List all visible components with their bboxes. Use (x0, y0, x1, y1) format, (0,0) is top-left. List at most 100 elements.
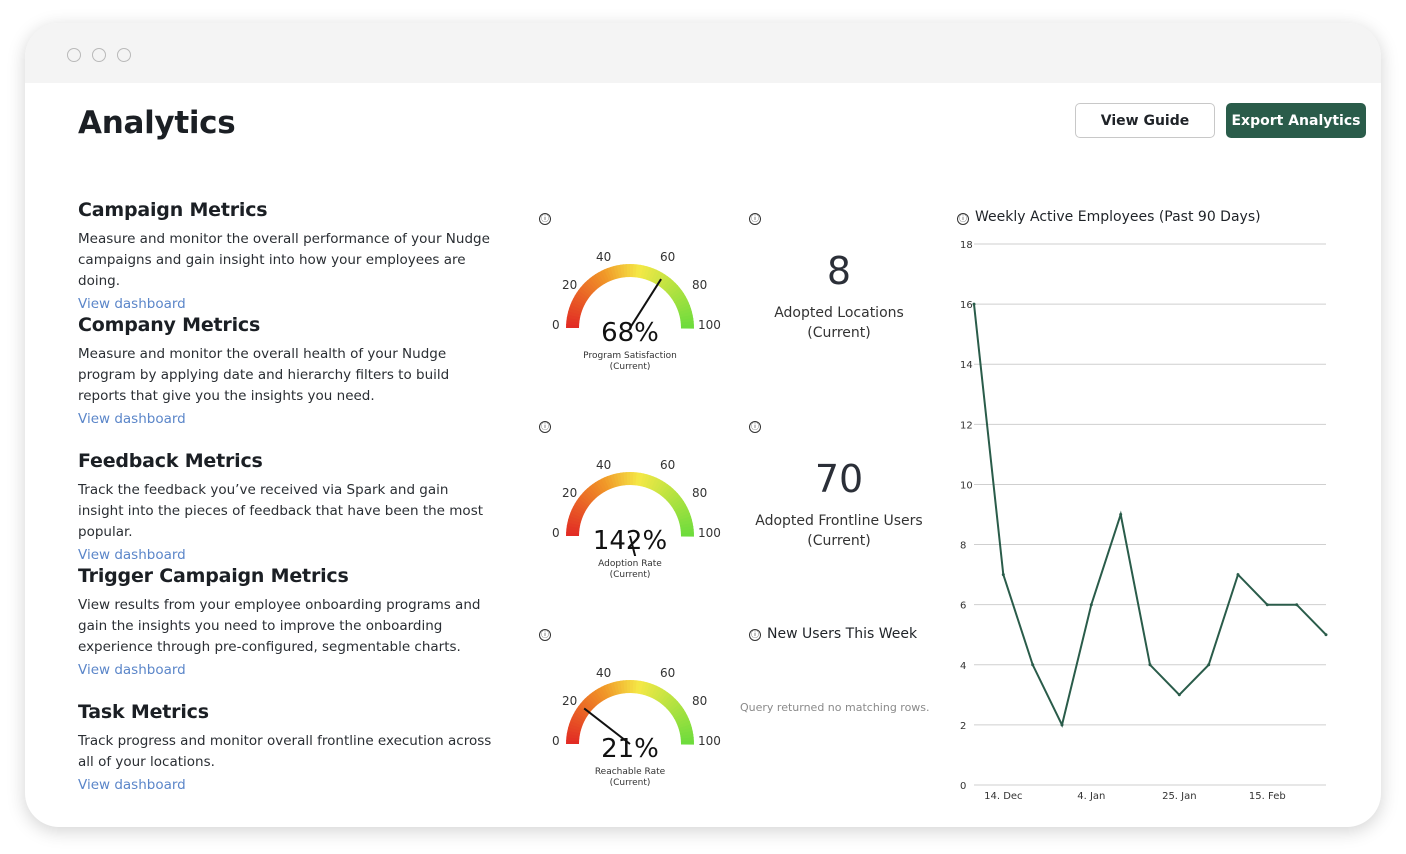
data-point (1001, 573, 1005, 577)
kpi-label-sub: (Current) (807, 325, 871, 341)
section-description: Track progress and monitor overall front… (78, 733, 492, 770)
x-tick-label: 4. Jan (1077, 791, 1105, 802)
gauge-label: Program Satisfaction (Current) (550, 351, 710, 373)
gauge-tick-label: 40 (596, 250, 612, 264)
data-point (1295, 603, 1299, 607)
kpi-label: Adopted Locations (Current) (744, 303, 934, 343)
kpi-label-text: Adopted Locations (774, 305, 904, 321)
info-icon[interactable]: ⓘ (957, 213, 969, 225)
y-tick-label: 18 (960, 240, 973, 251)
data-point (1060, 723, 1064, 727)
x-tick-label: 14. Dec (984, 791, 1022, 802)
y-tick-label: 12 (960, 420, 973, 431)
kpi-adopted-locations: 8 Adopted Locations (Current) (744, 249, 934, 343)
title-bar (25, 23, 1381, 83)
section-description: Measure and monitor the overall performa… (78, 231, 490, 289)
window-close-dot[interactable] (67, 48, 81, 62)
section-description: View results from your employee onboardi… (78, 597, 481, 655)
data-point (972, 302, 976, 306)
gauge-tick-label: 20 (562, 278, 578, 292)
kpi-label: Adopted Frontline Users (Current) (744, 511, 934, 551)
data-point (1236, 573, 1240, 577)
kpi-adopted-frontline-users: 70 Adopted Frontline Users (Current) (744, 457, 934, 551)
gauge-label-sub: (Current) (609, 570, 651, 580)
gauge-label: Reachable Rate (Current) (550, 767, 710, 789)
view-dashboard-link-company[interactable]: View dashboard (78, 411, 498, 427)
data-point (1148, 663, 1152, 667)
gauge-tick-label: 60 (660, 458, 676, 472)
new-users-title: New Users This Week (767, 626, 918, 642)
section-feedback-metrics: Feedback Metrics Track the feedback you’… (78, 450, 498, 563)
view-dashboard-link-trigger[interactable]: View dashboard (78, 662, 498, 678)
info-icon[interactable]: ⓘ (539, 421, 551, 433)
gauge-label-text: Reachable Rate (594, 767, 666, 777)
data-point (1324, 633, 1328, 637)
info-icon[interactable]: ⓘ (749, 421, 761, 433)
section-campaign-metrics: Campaign Metrics Measure and monitor the… (78, 199, 498, 312)
page-title: Analytics (78, 105, 236, 141)
y-tick-label: 8 (960, 541, 966, 552)
section-company-metrics: Company Metrics Measure and monitor the … (78, 314, 498, 427)
gauge-label-sub: (Current) (609, 778, 651, 788)
view-dashboard-link-task[interactable]: View dashboard (78, 777, 498, 793)
y-tick-label: 2 (960, 721, 966, 732)
window-minimize-dot[interactable] (92, 48, 106, 62)
section-title: Task Metrics (78, 701, 209, 723)
y-tick-label: 16 (960, 300, 973, 311)
gauge-program-satisfaction: 0 20 40 60 80 100 68% Program Satisfaction (Curr… (550, 238, 721, 388)
weekly-active-employees-chart: 0 2 4 6 8 10 12 14 16 18 14. Dec 4. Jan 25. Jan 15. F… (960, 240, 1328, 802)
section-task-metrics: Task Metrics Track progress and monitor … (78, 701, 498, 793)
series-line (973, 303, 1327, 728)
gauge-tick-label: 80 (692, 486, 708, 500)
gauge-value: 142% (592, 526, 668, 556)
data-point (1177, 693, 1181, 697)
kpi-label-sub: (Current) (807, 533, 871, 549)
gauge-tick-label: 60 (660, 250, 676, 264)
section-title: Campaign Metrics (78, 199, 268, 221)
gauge-tick-label: 20 (562, 486, 578, 500)
data-point (1265, 603, 1269, 607)
export-analytics-button[interactable]: Export Analytics (1226, 103, 1366, 138)
gauge-value: 21% (601, 734, 659, 764)
gauge-tick-label: 40 (596, 666, 612, 680)
section-trigger-campaign-metrics: Trigger Campaign Metrics View results fr… (78, 565, 498, 678)
x-tick-label: 25. Jan (1162, 791, 1197, 802)
info-icon[interactable]: ⓘ (539, 213, 551, 225)
y-tick-label: 0 (960, 781, 966, 792)
data-point (1089, 603, 1093, 607)
y-tick-label: 6 (960, 601, 966, 612)
gauge-label-sub: (Current) (609, 362, 651, 372)
data-point (1031, 663, 1035, 667)
section-title: Feedback Metrics (78, 450, 263, 472)
info-icon[interactable]: ⓘ (749, 213, 761, 225)
info-icon[interactable]: ⓘ (539, 629, 551, 641)
y-tick-label: 10 (960, 480, 973, 491)
gauge-tick-label: 20 (562, 694, 578, 708)
gauge-value: 68% (601, 318, 659, 348)
view-guide-button[interactable]: View Guide (1075, 103, 1215, 138)
section-title: Trigger Campaign Metrics (78, 565, 349, 587)
info-icon[interactable]: ⓘ (749, 629, 761, 641)
gauge-tick-label: 80 (692, 694, 708, 708)
window-maximize-dot[interactable] (117, 48, 131, 62)
app-window: Analytics View Guide Export Analytics Ca… (25, 23, 1381, 827)
gauge-label-text: Adoption Rate (598, 559, 662, 569)
y-tick-label: 14 (960, 360, 973, 371)
gauge-reachable-rate: 0 20 40 60 80 100 21% Reachable Rate (Current) (550, 654, 721, 804)
section-title: Company Metrics (78, 314, 261, 336)
view-dashboard-link-campaign[interactable]: View dashboard (78, 296, 498, 312)
y-tick-label: 4 (960, 661, 966, 672)
gauge-tick-label: 60 (660, 666, 676, 680)
view-dashboard-link-feedback[interactable]: View dashboard (78, 547, 498, 563)
chart-title: Weekly Active Employees (Past 90 Days) (975, 209, 1261, 225)
gauge-label: Adoption Rate (Current) (550, 559, 710, 581)
data-point (1207, 663, 1211, 667)
section-description: Track the feedback you’ve received via S… (78, 482, 484, 540)
gauge-tick-label: 80 (692, 278, 708, 292)
x-tick-label: 15. Feb (1249, 791, 1286, 802)
new-users-empty-message: Query returned no matching rows. (740, 701, 930, 714)
data-point (1119, 513, 1123, 516)
section-description: Measure and monitor the overall health o… (78, 346, 450, 404)
gauge-adoption-rate: 0 20 40 60 80 100 142% Adoption Rate (Current) (550, 446, 721, 611)
kpi-value: 8 (826, 249, 852, 293)
